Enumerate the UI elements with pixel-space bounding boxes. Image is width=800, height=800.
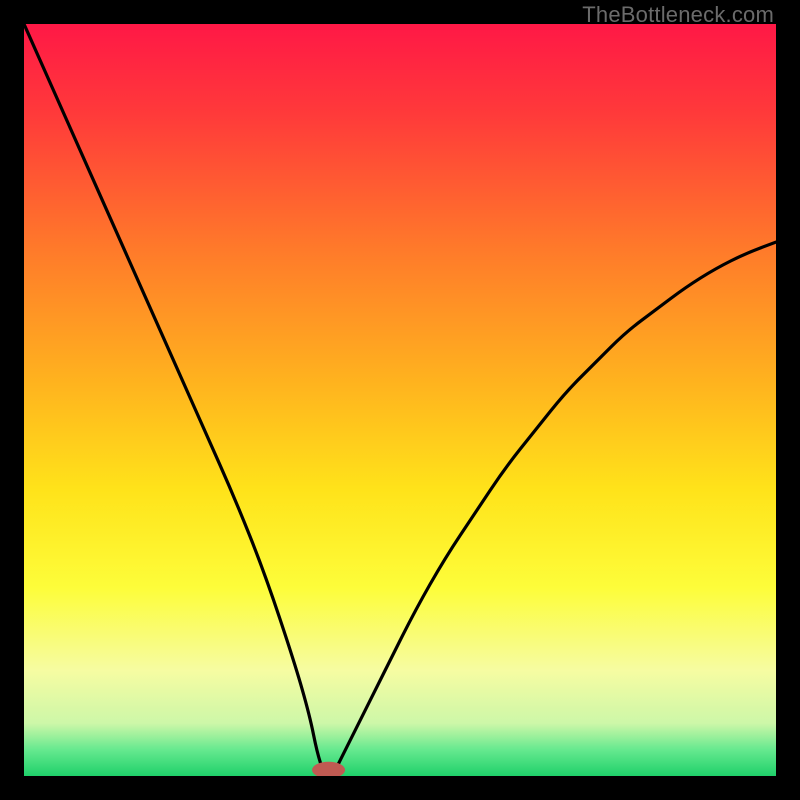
chart-frame <box>24 24 776 776</box>
gradient-background <box>24 24 776 776</box>
bottleneck-chart <box>24 24 776 776</box>
